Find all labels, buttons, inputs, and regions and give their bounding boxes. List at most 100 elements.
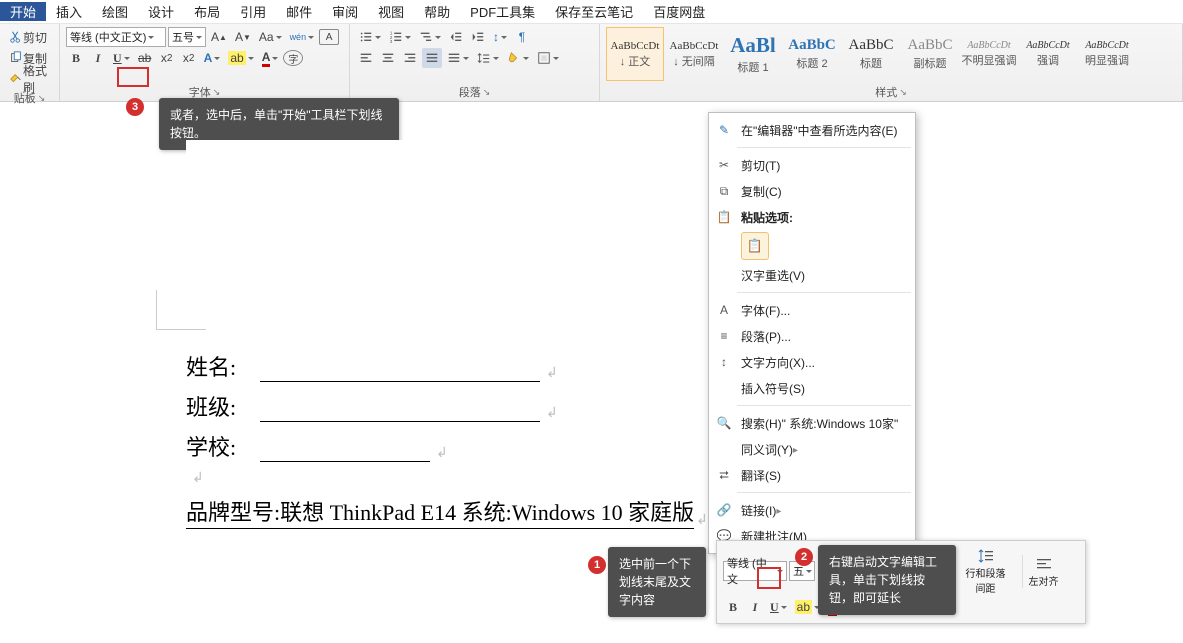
- distribute-button[interactable]: [444, 48, 472, 68]
- tab-start[interactable]: 开始: [0, 2, 46, 21]
- ctx-synonyms[interactable]: 同义词(Y): [709, 436, 915, 462]
- style-item-1[interactable]: AaBbCcDt↓ 无间隔: [665, 27, 723, 81]
- ctx-translate[interactable]: ⮂翻译(S): [709, 462, 915, 488]
- numbering-button[interactable]: 123: [386, 27, 414, 47]
- decrease-font-button[interactable]: A▼: [232, 27, 254, 47]
- mini-italic[interactable]: I: [745, 597, 765, 617]
- style-item-2[interactable]: AaBl标题 1: [724, 27, 782, 81]
- mini-font-select[interactable]: 等线 (中文: [723, 561, 787, 581]
- line-spacing-button[interactable]: [474, 48, 502, 68]
- underline-button[interactable]: U: [110, 48, 133, 68]
- align-center-button[interactable]: [378, 48, 398, 68]
- ctx-paragraph[interactable]: ≡段落(P)...: [709, 323, 915, 349]
- style-item-0[interactable]: AaBbCcDt↓ 正文: [606, 27, 664, 81]
- mini-size-select[interactable]: 五: [789, 561, 815, 581]
- sort-button[interactable]: ↕: [490, 27, 510, 47]
- highlight-button[interactable]: ab: [225, 48, 256, 68]
- font-color-button[interactable]: A: [259, 48, 282, 68]
- doc-label-school: 学校:: [186, 430, 260, 462]
- show-marks-button[interactable]: ¶: [512, 27, 532, 47]
- style-item-5[interactable]: AaBbC副标题: [901, 27, 959, 81]
- ctx-view-in-editor[interactable]: ✎在"编辑器"中查看所选内容(E): [709, 117, 915, 143]
- mini-underline[interactable]: U: [767, 597, 790, 617]
- tab-pdf[interactable]: PDF工具集: [460, 2, 545, 21]
- paragraph-icon: ≡: [716, 328, 732, 344]
- copy-icon: ⧉: [716, 183, 732, 199]
- tab-layout[interactable]: 布局: [184, 2, 230, 21]
- cut-button[interactable]: 剪切: [6, 27, 50, 47]
- tab-help[interactable]: 帮助: [414, 2, 460, 21]
- ctx-search[interactable]: 🔍搜索(H)" 系统:Windows 10家": [709, 410, 915, 436]
- change-case-button[interactable]: Aa: [256, 27, 285, 47]
- tab-references[interactable]: 引用: [230, 2, 276, 21]
- svg-text:3: 3: [390, 39, 393, 44]
- font-a-icon: A: [716, 302, 732, 318]
- increase-font-button[interactable]: A▲: [208, 27, 230, 47]
- ctx-reconvert[interactable]: 汉字重选(V): [709, 262, 915, 288]
- format-painter-button[interactable]: 格式刷: [6, 69, 53, 89]
- doc-underline-name[interactable]: [260, 358, 540, 382]
- align-right-button[interactable]: [400, 48, 420, 68]
- tab-design[interactable]: 设计: [138, 2, 184, 21]
- mini-bold[interactable]: B: [723, 597, 743, 617]
- font-name-select[interactable]: 等线 (中文正文): [66, 27, 166, 47]
- callout-2-tooltip: 右键启动文字编辑工具，单击下划线按钮，即可延长: [818, 545, 956, 615]
- style-item-4[interactable]: AaBbC标题: [842, 27, 900, 81]
- decrease-indent-button[interactable]: [446, 27, 466, 47]
- style-item-8[interactable]: AaBbCcDt明显强调: [1078, 27, 1136, 81]
- paragraph-group-label: 段落: [459, 84, 481, 100]
- text-direction-icon: ↕: [716, 354, 732, 370]
- tab-mailings[interactable]: 邮件: [276, 2, 322, 21]
- doc-label-class: 班级:: [186, 390, 260, 422]
- tab-baidu[interactable]: 百度网盘: [643, 2, 715, 21]
- bold-button[interactable]: B: [66, 48, 86, 68]
- tab-cloud[interactable]: 保存至云笔记: [545, 2, 643, 21]
- style-item-3[interactable]: AaBbC标题 2: [783, 27, 841, 81]
- tab-draw[interactable]: 绘图: [92, 2, 138, 21]
- style-item-7[interactable]: AaBbCcDt强调: [1019, 27, 1077, 81]
- doc-brand-line[interactable]: 品牌型号:联想 ThinkPad E14 系统:Windows 10 家庭版: [186, 495, 694, 529]
- increase-indent-button[interactable]: [468, 27, 488, 47]
- italic-button[interactable]: I: [88, 48, 108, 68]
- paragraph-mark-icon: ↲: [546, 405, 558, 422]
- clipboard-a-icon: 📋: [747, 238, 763, 254]
- circle-char-button[interactable]: 字: [283, 50, 303, 66]
- ctx-font[interactable]: A字体(F)...: [709, 297, 915, 323]
- doc-underline-class[interactable]: [260, 398, 540, 422]
- char-border-button[interactable]: A: [319, 29, 339, 45]
- text-effects-button[interactable]: A: [201, 48, 224, 68]
- subscript-button[interactable]: x2: [157, 48, 177, 68]
- multilevel-button[interactable]: [416, 27, 444, 47]
- mini-linespacing-group[interactable]: 行和段落间距: [955, 547, 1016, 595]
- tab-insert[interactable]: 插入: [46, 2, 92, 21]
- mini-align-group[interactable]: 左对齐: [1022, 555, 1065, 588]
- paragraph-mark-icon: ↲: [546, 365, 558, 382]
- align-left-button[interactable]: [356, 48, 376, 68]
- shading-button[interactable]: [504, 48, 532, 68]
- ctx-text-dir[interactable]: ↕文字方向(X)...: [709, 349, 915, 375]
- bullets-button[interactable]: [356, 27, 384, 47]
- borders-button[interactable]: [534, 48, 562, 68]
- tab-view[interactable]: 视图: [368, 2, 414, 21]
- tab-review[interactable]: 审阅: [322, 2, 368, 21]
- paragraph-mark-icon: ↲: [436, 445, 448, 462]
- ctx-copy[interactable]: ⧉复制(C): [709, 178, 915, 204]
- doc-underline-school[interactable]: [260, 438, 430, 462]
- ctx-link[interactable]: 🔗链接(I): [709, 497, 915, 523]
- ctx-insert-symbol[interactable]: 插入符号(S): [709, 375, 915, 401]
- scissors-icon: ✂: [716, 157, 732, 173]
- ctx-paste-option-1[interactable]: 📋: [741, 232, 769, 260]
- style-item-6[interactable]: AaBbCcDt不明显强调: [960, 27, 1018, 81]
- ctx-cut[interactable]: ✂剪切(T): [709, 152, 915, 178]
- context-menu: ✎在"编辑器"中查看所选内容(E) ✂剪切(T) ⧉复制(C) 📋粘贴选项: 📋…: [708, 112, 916, 554]
- paragraph-mark-icon: ↲: [696, 512, 708, 529]
- clipboard-group-label: 贴板: [6, 89, 53, 107]
- font-size-select[interactable]: 五号: [168, 27, 206, 47]
- align-justify-button[interactable]: [422, 48, 442, 68]
- pen-icon: ✎: [716, 122, 732, 138]
- phonetic-button[interactable]: wén: [287, 27, 318, 47]
- page-break-indicator: [156, 290, 206, 330]
- callout-1-badge: 1: [588, 556, 606, 574]
- superscript-button[interactable]: x2: [179, 48, 199, 68]
- strikethrough-button[interactable]: ab: [135, 48, 155, 68]
